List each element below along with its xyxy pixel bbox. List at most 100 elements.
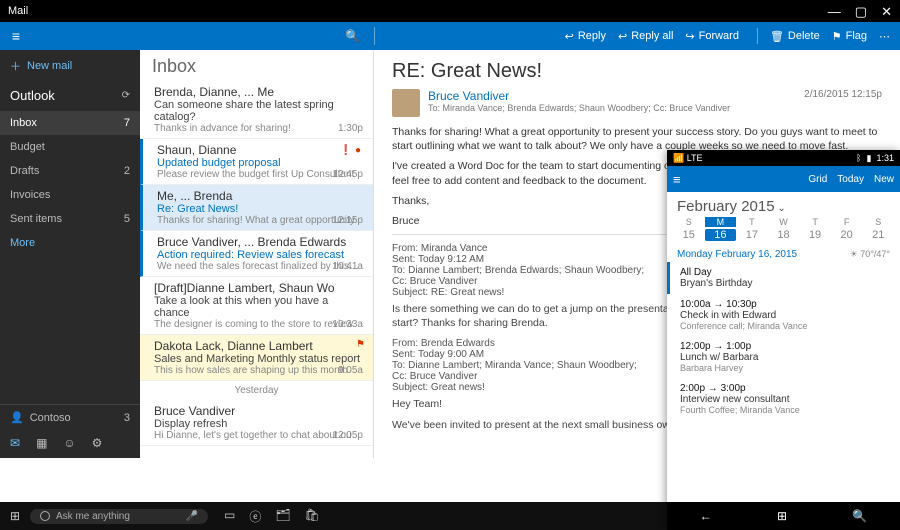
folder-count: 5	[124, 213, 130, 225]
message-item[interactable]: Bruce VandiverDisplay refreshHi Dianne, …	[140, 400, 373, 446]
minimize-button[interactable]: —	[828, 5, 841, 18]
phone-hamburger-icon[interactable]: ≡	[673, 172, 681, 187]
message-from: Me, ... Brenda	[157, 189, 361, 203]
search-button[interactable]: 🔍	[852, 509, 867, 523]
view-today[interactable]: Today	[837, 174, 864, 185]
account-header[interactable]: Outlook ⟳	[0, 82, 140, 109]
folder-sent-items[interactable]: Sent items5	[0, 207, 140, 231]
avatar	[392, 89, 420, 117]
new-mail-label: New mail	[27, 60, 72, 72]
message-preview: This is how sales are shaping up this mo…	[154, 365, 361, 376]
mic-icon[interactable]: 🎤	[186, 511, 198, 522]
start-button[interactable]: ⊞	[4, 509, 26, 523]
persona-row[interactable]: 👤 Contoso 3	[0, 405, 140, 430]
recipients: To: Miranda Vance; Brenda Edwards; Shaun…	[428, 103, 730, 113]
dow-cell: S	[862, 217, 894, 227]
agenda-sub: Conference call; Miranda Vance	[680, 321, 890, 331]
folder-label: Inbox	[10, 117, 37, 129]
delete-button[interactable]: 🗑 Delete	[770, 30, 820, 43]
alert-icon: ❗ ●	[340, 145, 361, 156]
reply-button[interactable]: ↩ Reply	[565, 30, 606, 43]
agenda-item[interactable]: 12:00p → 1:00pLunch w/ BarbaraBarbara Ha…	[667, 336, 900, 378]
new-mail-button[interactable]: ＋ New mail	[0, 50, 140, 82]
message-time: 12:05p	[332, 430, 363, 441]
refresh-icon[interactable]: ⟳	[122, 90, 130, 101]
taskbar-search[interactable]: Ask me anything 🎤	[30, 509, 208, 524]
ie-icon[interactable]: ⓔ	[249, 508, 261, 525]
message-time: 10:33a	[332, 319, 363, 330]
message-subject: Display refresh	[154, 418, 361, 430]
dow-cell: T	[736, 217, 768, 227]
signal-icon: 📶 LTE	[673, 153, 703, 164]
message-time: 9:05a	[338, 365, 363, 376]
message-time: 10:41a	[332, 261, 363, 272]
folder-count: 7	[124, 117, 130, 129]
day-cell[interactable]: 15	[673, 229, 705, 241]
day-cell[interactable]: 21	[862, 229, 894, 241]
day-cell[interactable]: 18	[768, 229, 800, 241]
message-preview: Hi Dianne, let's get together to chat ab…	[154, 430, 361, 441]
folder-budget[interactable]: Budget	[0, 135, 140, 159]
message-item[interactable]: Bruce Vandiver, ... Brenda EdwardsAction…	[140, 231, 373, 277]
search-icon[interactable]: 🔍	[345, 29, 360, 43]
folder-drafts[interactable]: Drafts2	[0, 159, 140, 183]
settings-icon[interactable]: ⚙	[92, 436, 103, 450]
phone-status-bar: 📶 LTE ᛒ ▮ 1:31	[667, 150, 900, 166]
cortana-icon	[40, 511, 50, 521]
message-from: Shaun, Dianne❗ ●	[157, 143, 361, 157]
hamburger-icon[interactable]: ≡	[0, 28, 32, 44]
message-item[interactable]: Me, ... BrendaRe: Great News!Thanks for …	[140, 185, 373, 231]
folder-invoices[interactable]: Invoices	[0, 183, 140, 207]
mail-app-icon[interactable]: ✉	[10, 436, 20, 450]
day-cell[interactable]: 20	[831, 229, 863, 241]
weather: ☀ 70°/47°	[850, 249, 890, 260]
sidebar: ＋ New mail Outlook ⟳ Inbox 7 BudgetDrafts2…	[0, 50, 140, 458]
message-item[interactable]: Dakota Lack, Dianne LambertSales and Mar…	[140, 335, 373, 381]
home-button[interactable]: ⊞	[777, 509, 787, 523]
agenda-title: Lunch w/ Barbara	[680, 352, 890, 363]
message-list: Inbox Brenda, Dianne, ... MeCan someone …	[140, 50, 374, 458]
more-icon[interactable]: ⋯	[879, 30, 890, 43]
bluetooth-icon: ᛒ	[856, 153, 861, 164]
message-subject: Action required: Review sales forecast	[157, 249, 361, 261]
view-grid[interactable]: Grid	[808, 174, 827, 185]
message-from: Brenda, Dianne, ... Me	[154, 85, 361, 99]
calendar-app-icon[interactable]: ▦	[36, 436, 47, 450]
phone-nav-bar: ← ⊞ 🔍	[667, 502, 900, 530]
date-separator: Yesterday	[140, 381, 373, 400]
message-item[interactable]: Brenda, Dianne, ... MeCan someone share …	[140, 81, 373, 139]
day-cell[interactable]: 19	[799, 229, 831, 241]
day-cell[interactable]: 17	[736, 229, 768, 241]
back-button[interactable]: ←	[700, 509, 712, 523]
agenda-item[interactable]: 2:00p → 3:00pInterview new consultantFou…	[667, 378, 900, 420]
maximize-button[interactable]: ▢	[855, 5, 867, 18]
close-button[interactable]: ✕	[881, 5, 892, 18]
reply-all-button[interactable]: ↩ Reply all	[618, 30, 673, 43]
message-item[interactable]: Shaun, Dianne❗ ●Updated budget proposalP…	[140, 139, 373, 185]
forward-button[interactable]: ↪ Forward	[685, 30, 739, 43]
message-item[interactable]: [Draft] Dianne Lambert, Shaun WoTake a l…	[140, 277, 373, 335]
explorer-icon[interactable]: 🗂	[275, 508, 290, 525]
agenda-item[interactable]: 10:00a → 10:30pCheck in with EdwardConfe…	[667, 294, 900, 336]
folder-inbox[interactable]: Inbox 7	[0, 111, 140, 135]
flag-button[interactable]: ⚑ Flag	[832, 30, 867, 43]
message-preview: We need the sales forecast finalized by …	[157, 261, 361, 272]
taskview-icon[interactable]: ▭	[224, 508, 235, 525]
dow-cell: F	[831, 217, 863, 227]
new-event[interactable]: New	[874, 174, 894, 185]
month-header[interactable]: February 2015 ⌄	[667, 192, 900, 217]
store-icon[interactable]: 🛍	[305, 508, 320, 525]
day-cell[interactable]: 16	[705, 229, 737, 241]
folder-more[interactable]: More	[0, 231, 140, 255]
message-from: Bruce Vandiver, ... Brenda Edwards	[157, 235, 361, 249]
dow-cell: S	[673, 217, 705, 227]
folder-label: Invoices	[10, 189, 50, 201]
message-from: [Draft] Dianne Lambert, Shaun Wo	[154, 281, 361, 295]
message-datetime: 2/16/2015 12:15p	[804, 89, 882, 100]
agenda-item[interactable]: All DayBryan's Birthday	[667, 262, 900, 294]
agenda-sub: Barbara Harvey	[680, 363, 890, 373]
message-preview: Thanks in advance for sharing!	[154, 123, 361, 134]
agenda-sub: Fourth Coffee; Miranda Vance	[680, 405, 890, 415]
message-subject: RE: Great News!	[392, 60, 882, 83]
people-app-icon[interactable]: ☺	[63, 436, 75, 450]
